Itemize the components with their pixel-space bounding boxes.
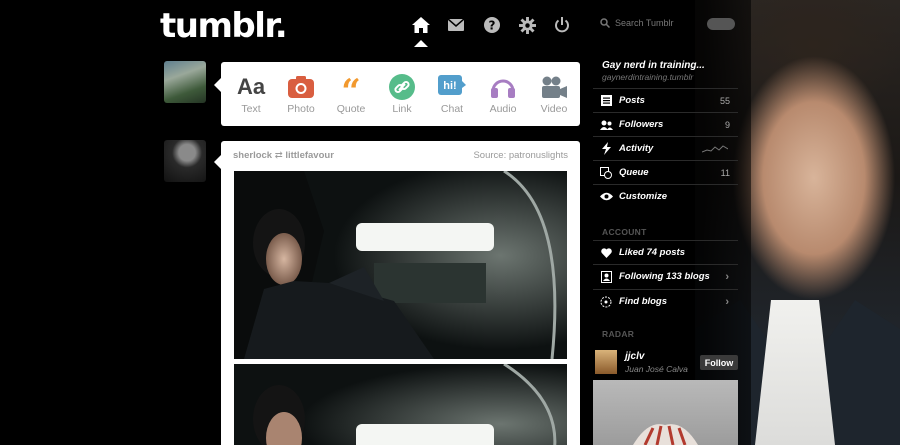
- account-section-header: ACCOUNT: [602, 227, 647, 237]
- dashboard: tumblr. ? Aa Text Photo “ Quote Link hi!…: [0, 0, 900, 445]
- sidebar-item-label: Find blogs: [619, 296, 668, 307]
- sidebar-item-following[interactable]: Following 133 blogs ›: [593, 264, 738, 288]
- sidebar-item-label: Following 133 blogs: [619, 271, 710, 282]
- post-type-label: Audio: [489, 103, 517, 115]
- sidebar-item-label: Liked 74 posts: [619, 247, 685, 258]
- followers-count: 9: [724, 119, 730, 130]
- post-type-video[interactable]: Video: [530, 62, 578, 126]
- link-icon: [388, 73, 416, 101]
- post-card: sherlock ⇄ littlefavour Source: patronus…: [214, 141, 580, 445]
- queue-count: 11: [720, 167, 730, 178]
- sidebar-item-queue[interactable]: Queue 11: [593, 160, 738, 184]
- eye-icon: [593, 192, 619, 201]
- post-type-audio[interactable]: Audio: [479, 62, 527, 126]
- right-sidebar: Search Tumblr Gay nerd in training... ga…: [593, 0, 738, 445]
- post-type-label: Quote: [336, 103, 366, 115]
- chevron-right-icon: ›: [725, 270, 729, 283]
- post-type-label: Chat: [440, 103, 464, 115]
- post-photo[interactable]: [234, 171, 567, 359]
- quote-icon: “: [341, 72, 361, 112]
- video-icon: [540, 73, 568, 101]
- post-photo[interactable]: [234, 364, 567, 445]
- radar-post-image[interactable]: [593, 380, 738, 445]
- sidebar-item-likes[interactable]: Liked 74 posts: [593, 240, 738, 264]
- help-icon[interactable]: ?: [480, 13, 504, 37]
- search-box[interactable]: Search Tumblr: [600, 18, 674, 28]
- followers-icon: [593, 120, 619, 130]
- tumblr-logo[interactable]: tumblr.: [160, 6, 288, 46]
- radar-avatar[interactable]: [595, 350, 617, 374]
- post-source-link[interactable]: Source: patronuslights: [473, 150, 568, 161]
- reblog-icon: ⇄: [274, 150, 283, 161]
- mail-icon[interactable]: [444, 13, 468, 37]
- sidebar-item-label: Activity: [619, 143, 654, 154]
- sidebar-item-label: Posts: [619, 95, 645, 106]
- compass-icon: [593, 296, 619, 308]
- text-icon: Aa: [236, 74, 266, 99]
- heart-icon: [593, 247, 619, 258]
- sidebar-item-label: Customize: [619, 191, 668, 202]
- radar-section-header: RADAR: [602, 329, 635, 339]
- my-avatar[interactable]: [164, 61, 206, 103]
- sidebar-item-posts[interactable]: Posts 55: [593, 88, 738, 112]
- reblogged-from-link[interactable]: littlefavour: [285, 150, 334, 161]
- sidebar-item-activity[interactable]: Activity: [593, 136, 738, 160]
- chat-icon: hi!: [438, 73, 466, 101]
- active-nav-caret: [414, 40, 428, 47]
- post-type-link[interactable]: Link: [378, 62, 426, 126]
- sidebar-item-label: Followers: [619, 119, 664, 130]
- search-icon: [600, 18, 610, 28]
- post-type-label: Photo: [287, 103, 315, 115]
- radar-blog-name[interactable]: jjclv: [625, 351, 644, 362]
- follow-button[interactable]: Follow: [700, 355, 738, 370]
- post-type-text[interactable]: Aa Text: [227, 62, 275, 126]
- post-type-photo[interactable]: Photo: [277, 62, 325, 126]
- camera-icon: [287, 73, 315, 101]
- home-icon[interactable]: [409, 13, 433, 37]
- post-author-link[interactable]: sherlock: [233, 150, 272, 161]
- sidebar-item-followers[interactable]: Followers 9: [593, 112, 738, 136]
- activity-icon: [593, 142, 619, 155]
- post-type-chat[interactable]: hi! Chat: [428, 62, 476, 126]
- search-toggle[interactable]: [707, 18, 735, 30]
- radar-blog-title: Juan José Calva: [625, 364, 688, 374]
- post-header: sherlock ⇄ littlefavour Source: patronus…: [233, 150, 568, 164]
- gear-icon[interactable]: [515, 13, 539, 37]
- following-icon: [593, 270, 619, 283]
- sidebar-item-find-blogs[interactable]: Find blogs ›: [593, 289, 738, 313]
- headphones-icon: [489, 73, 517, 101]
- posts-icon: [593, 95, 619, 106]
- blog-url: gaynerdintraining.tumblr: [602, 72, 694, 82]
- svg-text:?: ?: [489, 19, 496, 33]
- post-type-label: Link: [392, 103, 412, 115]
- post-type-bar: Aa Text Photo “ Quote Link hi! Chat Audi…: [214, 62, 580, 126]
- chevron-right-icon: ›: [725, 295, 729, 308]
- svg-text:hi!: hi!: [443, 80, 456, 92]
- activity-sparkline: [702, 144, 728, 152]
- sidebar-item-customize[interactable]: Customize: [593, 184, 738, 208]
- post-type-quote[interactable]: “ Quote: [327, 62, 375, 126]
- post-type-label: Video: [540, 103, 568, 115]
- power-icon[interactable]: [550, 13, 574, 37]
- post-author-avatar[interactable]: [164, 140, 206, 182]
- blog-title[interactable]: Gay nerd in training...: [602, 60, 705, 71]
- sidebar-item-label: Queue: [619, 167, 649, 178]
- post-attribution: sherlock ⇄ littlefavour: [233, 150, 334, 161]
- posts-count: 55: [719, 95, 730, 106]
- search-placeholder: Search Tumblr: [615, 18, 674, 28]
- post-type-label: Text: [241, 103, 261, 115]
- queue-icon: [593, 166, 619, 179]
